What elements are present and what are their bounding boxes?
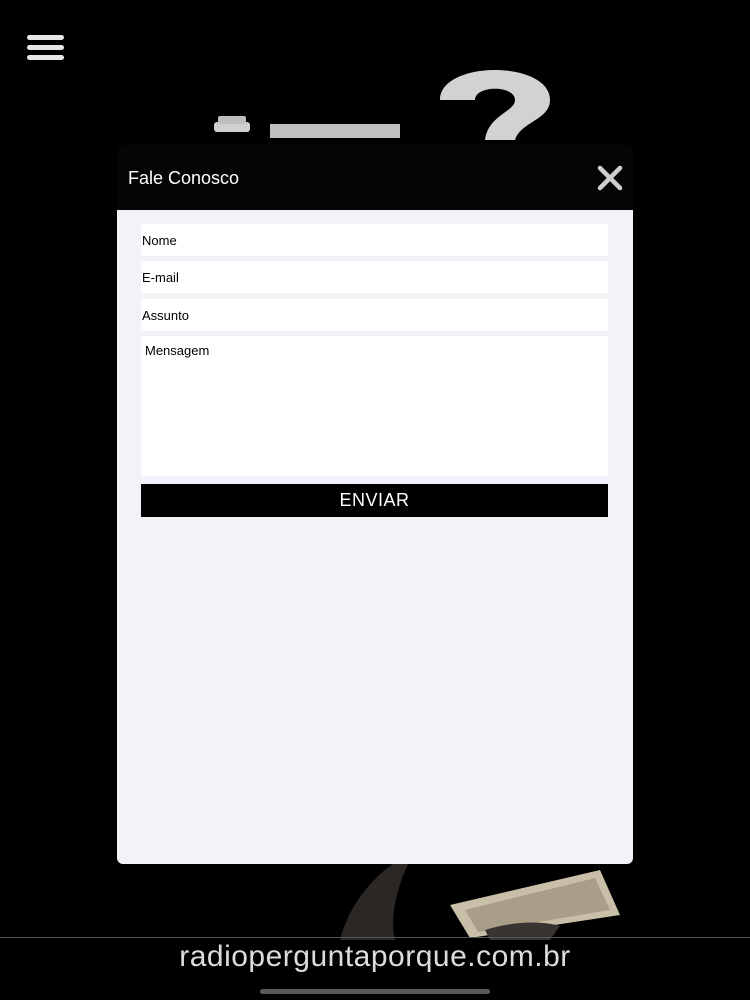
send-button[interactable]: ENVIAR (141, 484, 608, 517)
app-screen: Fale Conosco ENVIAR radioperguntaporque.… (0, 0, 750, 1000)
name-field[interactable] (141, 224, 608, 256)
subject-field[interactable] (141, 299, 608, 331)
close-button[interactable] (593, 161, 627, 195)
message-field[interactable] (141, 336, 608, 476)
modal-title: Fale Conosco (128, 168, 240, 188)
modal-header: Fale Conosco (117, 145, 633, 210)
contact-modal: Fale Conosco ENVIAR (117, 145, 633, 864)
background-logo-artwork (214, 70, 550, 140)
contact-form: ENVIAR (117, 210, 633, 864)
email-field[interactable] (141, 261, 608, 293)
background-figure-artwork (340, 860, 620, 940)
footer-domain: radioperguntaporque.com.br (179, 940, 571, 973)
menu-button[interactable] (24, 30, 68, 66)
home-indicator[interactable] (260, 989, 490, 994)
hamburger-menu-icon (27, 35, 64, 60)
close-icon (597, 165, 623, 191)
